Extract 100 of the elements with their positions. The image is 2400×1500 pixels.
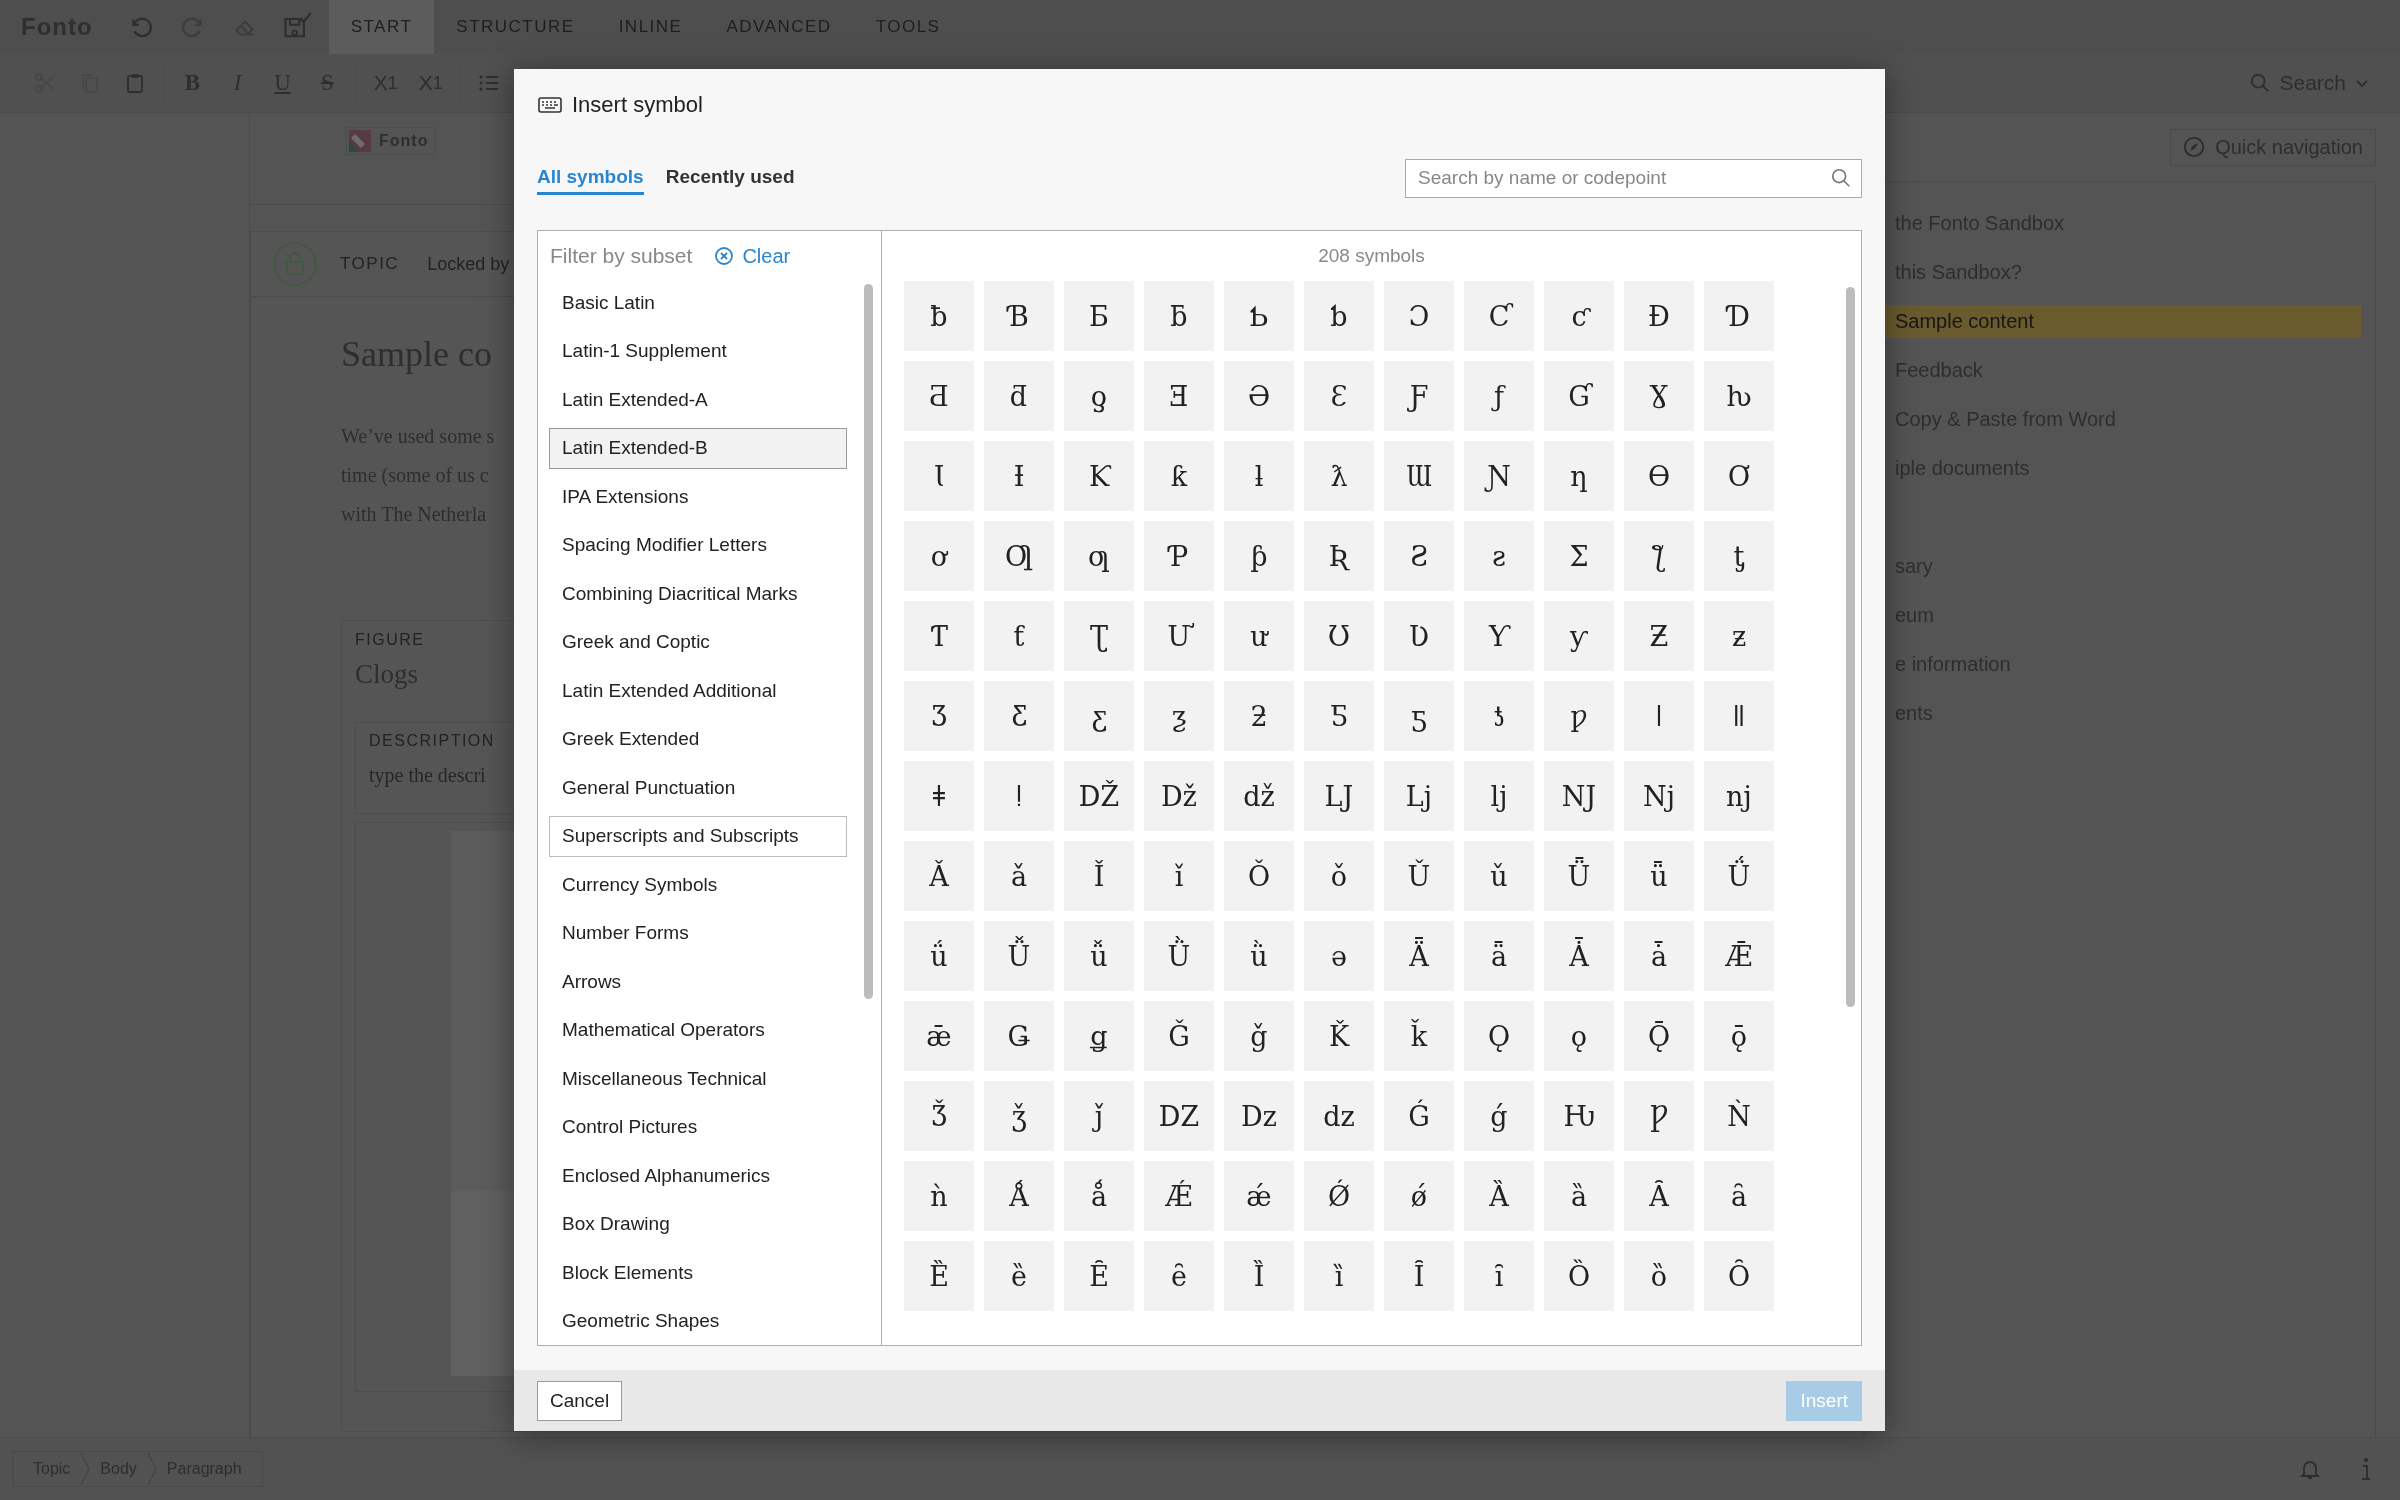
symbol-button[interactable]: ƀ [904, 281, 974, 351]
symbol-button[interactable]: ǋ [1624, 761, 1694, 831]
symbol-button[interactable]: Ȃ [1624, 1161, 1694, 1231]
symbol-button[interactable]: ǃ [984, 761, 1054, 831]
symbol-button[interactable]: Ʃ [1544, 521, 1614, 591]
symbol-button[interactable]: ǖ [1624, 841, 1694, 911]
symbol-button[interactable]: Ǥ [984, 1001, 1054, 1071]
symbol-button[interactable]: Ƃ [1064, 281, 1134, 351]
symbol-button[interactable]: ƪ [1624, 521, 1694, 591]
symbol-button[interactable]: Ȍ [1544, 1241, 1614, 1311]
symbol-button[interactable]: Ʀ [1304, 521, 1374, 591]
symbol-button[interactable]: Ǭ [1624, 1001, 1694, 1071]
symbol-button[interactable]: ǝ [1304, 921, 1374, 991]
symbol-button[interactable]: Ʋ [1384, 601, 1454, 671]
symbol-button[interactable]: Ʈ [1064, 601, 1134, 671]
symbol-button[interactable]: Ǐ [1064, 841, 1134, 911]
subset-item[interactable]: Latin Extended-B [549, 427, 847, 469]
symbol-button[interactable]: Ɣ [1624, 361, 1694, 431]
symbol-button[interactable]: Ɲ [1464, 441, 1534, 511]
symbol-button[interactable]: Ɠ [1544, 361, 1614, 431]
symbol-button[interactable]: Ƨ [1384, 521, 1454, 591]
subset-item[interactable]: Superscripts and Subscripts [549, 815, 847, 857]
symbol-button[interactable]: Ƶ [1624, 601, 1694, 671]
symbol-button[interactable]: Ǯ [904, 1081, 974, 1151]
symbol-button[interactable]: ƣ [1064, 521, 1134, 591]
symbol-button[interactable]: ƞ [1544, 441, 1614, 511]
symbol-button[interactable]: ǥ [1064, 1001, 1134, 1071]
symbol-button[interactable]: ǵ [1464, 1081, 1534, 1151]
symbol-button[interactable]: Ƙ [1064, 441, 1134, 511]
symbol-button[interactable]: Ǵ [1384, 1081, 1454, 1151]
symbol-button[interactable]: ƹ [1064, 681, 1134, 751]
symbol-button[interactable]: Ư [1144, 601, 1214, 671]
symbol-button[interactable]: Ǆ [1064, 761, 1134, 831]
symbol-button[interactable]: ƒ [1464, 361, 1534, 431]
symbol-button[interactable]: Ɩ [904, 441, 974, 511]
symbol-button[interactable]: Ƭ [904, 601, 974, 671]
symbol-button[interactable]: ǐ [1144, 841, 1214, 911]
symbol-button[interactable]: ǁ [1704, 681, 1774, 751]
subset-item[interactable]: Currency Symbols [549, 864, 847, 905]
symbol-button[interactable]: Ǘ [1704, 841, 1774, 911]
symbol-button[interactable]: Ǔ [1384, 841, 1454, 911]
symbol-button[interactable]: Ƣ [984, 521, 1054, 591]
symbol-button[interactable]: ƴ [1544, 601, 1614, 671]
symbol-button[interactable]: Ǚ [984, 921, 1054, 991]
symbol-button[interactable]: Ǫ [1464, 1001, 1534, 1071]
subset-item[interactable]: Latin-1 Supplement [549, 330, 847, 372]
symbol-button[interactable]: Ƹ [984, 681, 1054, 751]
subset-item[interactable]: General Punctuation [549, 767, 847, 808]
cancel-button[interactable]: Cancel [537, 1380, 623, 1421]
symbol-button[interactable]: ƫ [1704, 521, 1774, 591]
symbol-button[interactable]: ǒ [1304, 841, 1374, 911]
symbol-button[interactable]: ǹ [904, 1161, 974, 1231]
symbol-button[interactable]: ǌ [1704, 761, 1774, 831]
subset-item[interactable]: Latin Extended-A [549, 379, 847, 420]
tab[interactable]: All symbols [537, 161, 644, 195]
symbol-button[interactable]: ȇ [1144, 1241, 1214, 1311]
symbol-button[interactable]: ǂ [904, 761, 974, 831]
symbol-button[interactable]: Ƴ [1464, 601, 1534, 671]
symbol-button[interactable]: ƃ [1144, 281, 1214, 351]
symbol-button[interactable]: Ǿ [1304, 1161, 1374, 1231]
symbol-button[interactable]: Ƥ [1144, 521, 1214, 591]
symbol-button[interactable]: Ə [1224, 361, 1294, 431]
symbol-button[interactable]: ȋ [1464, 1241, 1534, 1311]
symbol-button[interactable]: ȍ [1624, 1241, 1694, 1311]
symbol-button[interactable]: Ǩ [1304, 1001, 1374, 1071]
symbol-button[interactable]: Ȇ [1064, 1241, 1134, 1311]
symbol-button[interactable]: Ǝ [1144, 361, 1214, 431]
symbol-button[interactable]: ǘ [904, 921, 974, 991]
symbol-button[interactable]: Ǒ [1224, 841, 1294, 911]
symbol-button[interactable]: ǧ [1224, 1001, 1294, 1071]
symbol-button[interactable]: ƙ [1144, 441, 1214, 511]
symbol-button[interactable]: ǅ [1144, 761, 1214, 831]
symbol-button[interactable]: ǿ [1384, 1161, 1454, 1231]
symbol-button[interactable]: ǈ [1384, 761, 1454, 831]
symbol-button[interactable]: Ɔ [1384, 281, 1454, 351]
symbol-button[interactable]: ơ [904, 521, 974, 591]
symbol-button[interactable]: Ɗ [1704, 281, 1774, 351]
symbol-button[interactable]: Ƕ [1544, 1081, 1614, 1151]
subset-item[interactable]: Greek Extended [549, 718, 847, 760]
symbol-button[interactable]: ƅ [1304, 281, 1374, 351]
symbol-button[interactable]: ǉ [1464, 761, 1534, 831]
subset-item[interactable]: Enclosed Alphanumerics [549, 1155, 847, 1196]
scrollbar[interactable] [864, 284, 873, 999]
symbol-button[interactable]: Ǹ [1704, 1081, 1774, 1151]
symbol-button[interactable]: ǽ [1224, 1161, 1294, 1231]
symbol-button[interactable]: Ɵ [1624, 441, 1694, 511]
clear-button[interactable]: Clear [714, 244, 791, 268]
symbol-button[interactable]: ǜ [1224, 921, 1294, 991]
symbol-button[interactable]: Ɖ [1624, 281, 1694, 351]
symbol-button[interactable]: ǔ [1464, 841, 1534, 911]
subset-item[interactable]: Combining Diacritical Marks [549, 573, 847, 614]
symbol-button[interactable]: ƍ [1064, 361, 1134, 431]
subset-item[interactable]: Basic Latin [549, 282, 847, 323]
symbol-button[interactable]: Ǳ [1144, 1081, 1214, 1151]
symbol-button[interactable]: Ȁ [1464, 1161, 1534, 1231]
symbol-button[interactable]: Ǣ [1704, 921, 1774, 991]
subset-item[interactable]: Greek and Coptic [549, 621, 847, 663]
symbol-button[interactable]: Ơ [1704, 441, 1774, 511]
symbol-button[interactable]: ƭ [984, 601, 1054, 671]
symbol-button[interactable]: ƚ [1224, 441, 1294, 511]
